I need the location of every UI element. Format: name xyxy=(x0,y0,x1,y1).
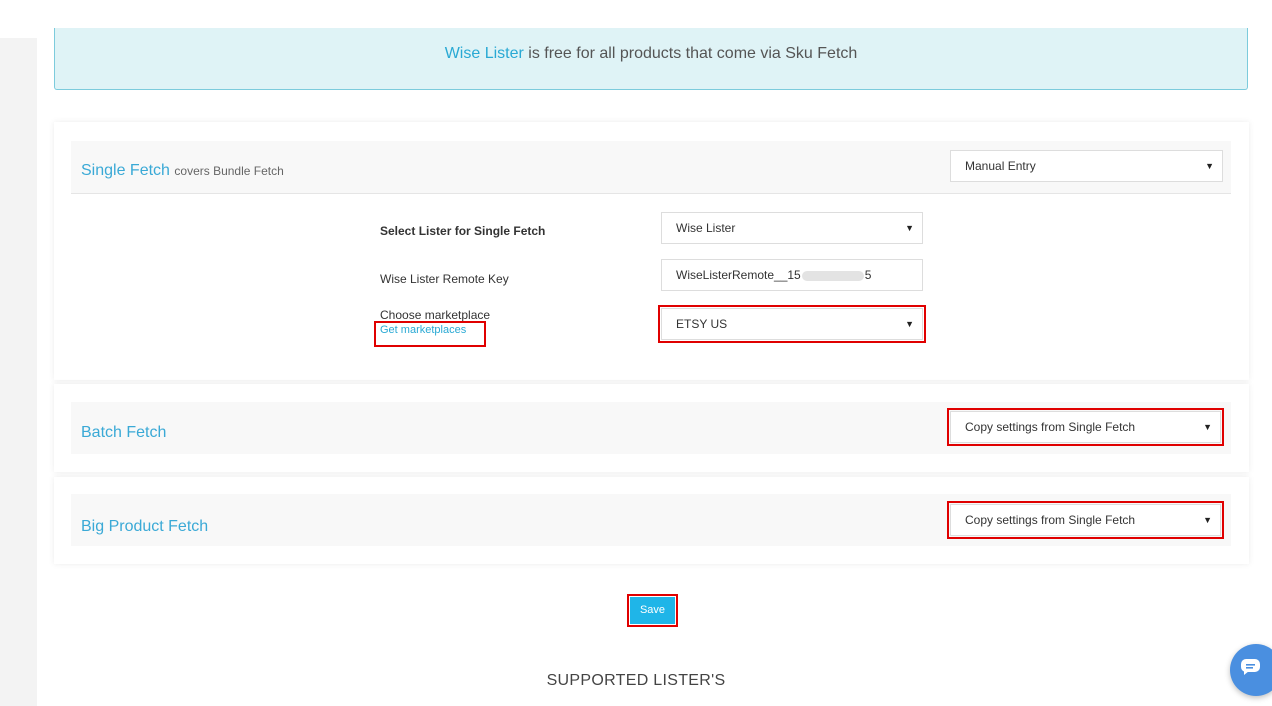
single-fetch-title: Single Fetch xyxy=(81,162,170,179)
caret-down-icon: ▼ xyxy=(905,319,914,329)
remote-key-redacted xyxy=(801,270,864,281)
marketplace-label: Choose marketplace xyxy=(380,308,491,322)
select-lister-label: Select Lister for Single Fetch xyxy=(380,224,546,238)
batch-fetch-card: Batch Fetch Copy settings from Single Fe… xyxy=(54,384,1249,472)
big-product-fetch-mode-select[interactable]: Copy settings from Single Fetch ▼ xyxy=(947,501,1224,539)
get-marketplaces-link[interactable]: Get marketplaces xyxy=(374,321,486,347)
remote-key-label: Wise Lister Remote Key xyxy=(380,272,509,286)
remote-key-input[interactable]: WiseListerRemote__15 5 xyxy=(661,259,923,291)
marketplace-value: ETSY US xyxy=(676,317,728,331)
single-fetch-title-wrap: Single Fetch covers Bundle Fetch xyxy=(81,162,284,180)
save-button[interactable]: Save xyxy=(627,594,678,627)
batch-fetch-mode-select[interactable]: Copy settings from Single Fetch ▼ xyxy=(947,408,1224,446)
batch-fetch-title: Batch Fetch xyxy=(81,424,167,441)
remote-key-tail: 5 xyxy=(864,268,872,282)
single-fetch-subtitle: covers Bundle Fetch xyxy=(174,164,284,178)
single-fetch-mode-value: Manual Entry xyxy=(965,159,1036,173)
lister-select[interactable]: Wise Lister ▼ xyxy=(661,212,923,244)
caret-down-icon: ▼ xyxy=(1203,422,1212,432)
chat-icon xyxy=(1241,659,1260,675)
caret-down-icon: ▼ xyxy=(905,223,914,233)
info-banner-message: is free for all products that come via S… xyxy=(523,45,858,62)
single-fetch-mode-select[interactable]: Manual Entry ▼ xyxy=(950,150,1223,182)
batch-fetch-mode-value: Copy settings from Single Fetch xyxy=(965,420,1136,434)
caret-down-icon: ▼ xyxy=(1205,161,1214,171)
single-fetch-card: Single Fetch covers Bundle Fetch Manual … xyxy=(54,122,1249,380)
remote-key-value: WiseListerRemote__15 xyxy=(676,268,801,282)
wise-lister-link[interactable]: Wise Lister xyxy=(445,45,524,62)
supported-listers-heading: SUPPORTED LISTER'S xyxy=(546,672,726,689)
big-product-fetch-mode-value: Copy settings from Single Fetch xyxy=(965,513,1136,527)
info-banner-text: Wise Lister is free for all products tha… xyxy=(55,45,1247,63)
lister-select-value: Wise Lister xyxy=(676,221,736,235)
big-product-fetch-card: Big Product Fetch Copy settings from Sin… xyxy=(54,477,1249,564)
info-banner: Wise Lister is free for all products tha… xyxy=(54,28,1248,90)
marketplace-select[interactable]: ETSY US ▼ xyxy=(658,305,926,343)
big-product-fetch-title: Big Product Fetch xyxy=(81,518,209,535)
caret-down-icon: ▼ xyxy=(1203,515,1212,525)
